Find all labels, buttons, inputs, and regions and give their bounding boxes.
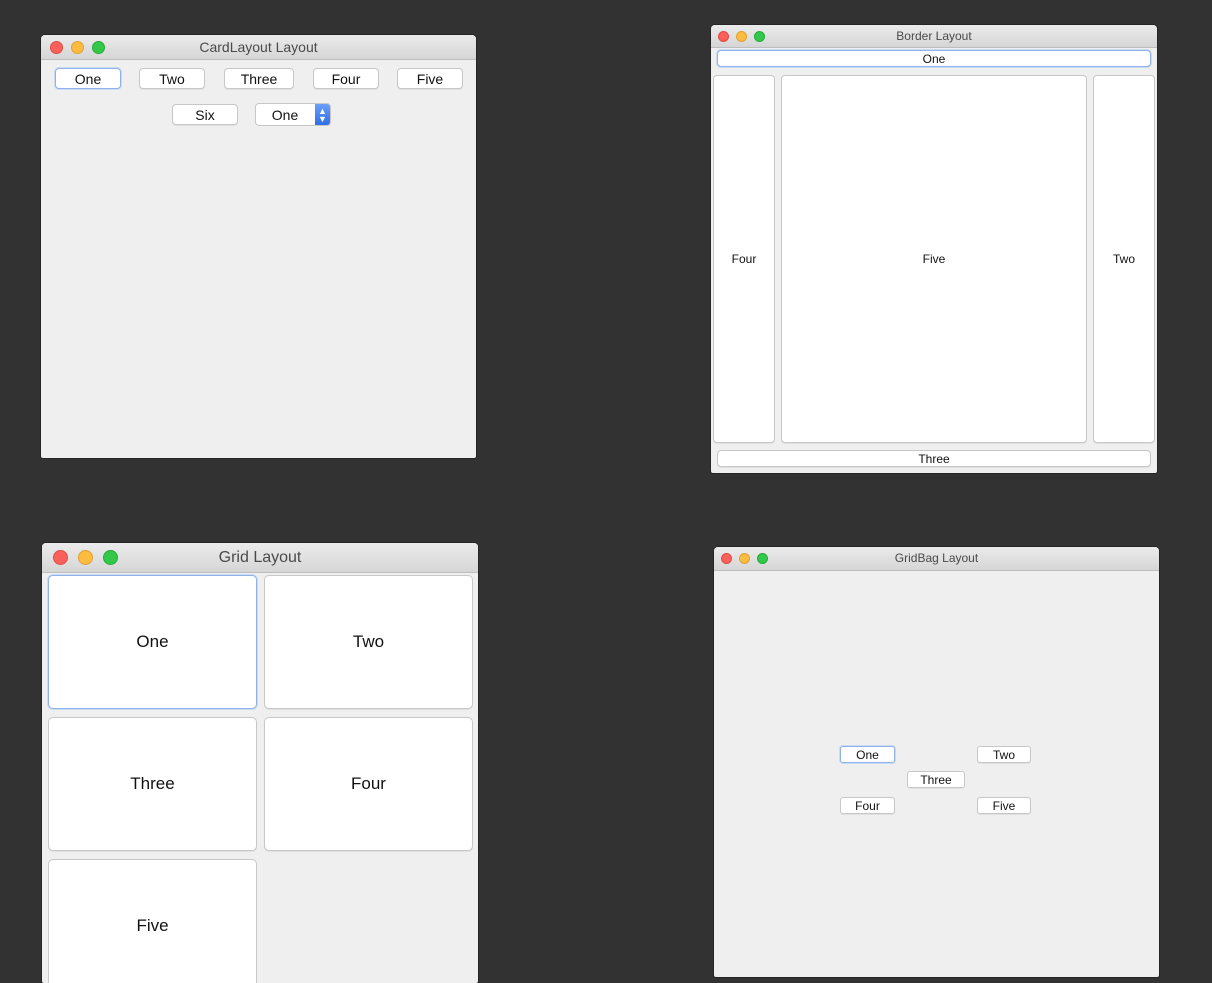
zoom-icon[interactable]	[754, 30, 765, 42]
gridbag-four-button[interactable]: Four	[840, 797, 895, 814]
up-down-chevron-icon[interactable]: ▲ ▼	[315, 104, 330, 125]
traffic-lights	[53, 543, 118, 572]
west-four-button[interactable]: Four	[713, 75, 775, 443]
minimize-icon[interactable]	[739, 553, 750, 564]
north-one-button[interactable]: One	[717, 50, 1151, 67]
two-button[interactable]: Two	[139, 68, 205, 89]
gridbag-two-button[interactable]: Two	[977, 746, 1031, 763]
grid-four-button[interactable]: Four	[264, 717, 473, 851]
four-button[interactable]: Four	[313, 68, 379, 89]
window-title: Border Layout	[896, 29, 972, 43]
minimize-icon[interactable]	[78, 550, 93, 565]
cardlayout-window: CardLayout Layout One Two Three Four Fiv…	[41, 35, 476, 458]
titlebar[interactable]: GridBag Layout	[714, 547, 1159, 571]
center-five-button[interactable]: Five	[781, 75, 1087, 443]
window-title: Grid Layout	[218, 549, 302, 566]
close-icon[interactable]	[50, 40, 63, 54]
close-icon[interactable]	[721, 553, 732, 564]
window-title: CardLayout Layout	[199, 39, 318, 55]
minimize-icon[interactable]	[736, 30, 747, 42]
traffic-lights	[50, 35, 105, 59]
east-two-button[interactable]: Two	[1093, 75, 1155, 443]
zoom-icon[interactable]	[103, 550, 118, 565]
minimize-icon[interactable]	[71, 40, 84, 54]
zoom-icon[interactable]	[92, 40, 105, 54]
gridbag-one-button[interactable]: One	[840, 746, 895, 763]
dropdown-value: One	[271, 106, 299, 123]
gridbag-three-button[interactable]: Three	[907, 771, 965, 788]
close-icon[interactable]	[53, 550, 68, 565]
gridbaglayout-window: GridBag Layout One Two Three Four Five	[714, 547, 1159, 977]
five-button[interactable]: Five	[397, 68, 463, 89]
one-button[interactable]: One	[55, 68, 121, 89]
south-three-button[interactable]: Three	[717, 450, 1151, 467]
grid-two-button[interactable]: Two	[264, 575, 473, 709]
close-icon[interactable]	[718, 30, 729, 42]
gridlayout-window: Grid Layout One Two Three Four Five	[42, 543, 478, 983]
gridbag-five-button[interactable]: Five	[977, 797, 1031, 814]
zoom-icon[interactable]	[757, 553, 768, 564]
card-select-dropdown[interactable]: One ▲ ▼	[255, 103, 331, 126]
grid-five-button[interactable]: Five	[48, 859, 257, 983]
window-title: GridBag Layout	[894, 551, 979, 565]
titlebar[interactable]: Grid Layout	[42, 543, 478, 573]
six-button[interactable]: Six	[172, 104, 238, 125]
titlebar[interactable]: CardLayout Layout	[41, 35, 476, 60]
grid-one-button[interactable]: One	[48, 575, 257, 709]
titlebar[interactable]: Border Layout	[711, 25, 1157, 48]
three-button[interactable]: Three	[224, 68, 294, 89]
traffic-lights	[721, 547, 768, 570]
grid-three-button[interactable]: Three	[48, 717, 257, 851]
borderlayout-window: Border Layout One Four Five Two Three	[711, 25, 1157, 473]
traffic-lights	[718, 25, 765, 47]
